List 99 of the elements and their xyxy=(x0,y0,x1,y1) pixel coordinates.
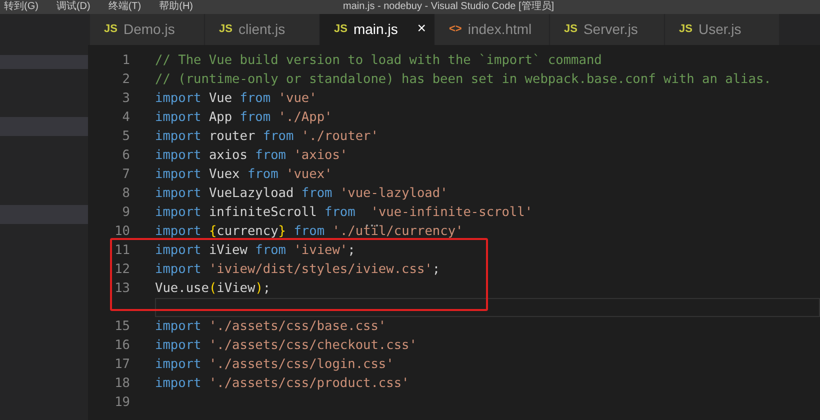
window-title: main.js - nodebuy - Visual Studio Code [管理员] xyxy=(343,2,554,12)
line-number: 9 xyxy=(122,204,130,220)
code-string: 'vue-lazyload' xyxy=(340,186,448,201)
line-number: 7 xyxy=(122,166,130,182)
code-keyword: import xyxy=(155,148,202,163)
code-keyword: from xyxy=(240,90,272,106)
tab-label: Demo.js xyxy=(123,20,175,39)
code-keyword: import xyxy=(155,262,202,277)
line-number: 11 xyxy=(114,242,130,258)
code-keyword: from xyxy=(262,128,295,144)
editor-tab[interactable]: JS User.js xyxy=(665,14,780,45)
tab-label: Server.js xyxy=(583,20,638,39)
code-string: 'axios' xyxy=(294,148,348,163)
code-string: './router' xyxy=(301,128,378,144)
menu-item[interactable]: 调试(D) xyxy=(56,2,90,12)
js-file-icon: JS xyxy=(679,21,692,38)
code-keyword: import xyxy=(155,128,202,144)
code-string: './App' xyxy=(278,110,332,125)
code-string: 'vuex' xyxy=(286,166,332,182)
line-number: 4 xyxy=(122,110,130,125)
js-file-icon: JS xyxy=(104,21,118,38)
code-string: './assets/css/base.css' xyxy=(208,318,386,334)
line-number: 13 xyxy=(114,280,130,296)
code-text: iView xyxy=(208,242,248,258)
code-keyword: from xyxy=(324,204,356,220)
close-icon[interactable]: × xyxy=(417,18,426,41)
code-string: './assets/css/product.css' xyxy=(208,376,410,391)
menu-item[interactable]: 终端(T) xyxy=(108,2,142,12)
tab-label: client.js xyxy=(238,20,286,39)
code-string: './util/currency' xyxy=(332,224,464,239)
line-number: 10 xyxy=(114,224,130,239)
code-comment: // (runtime-only or standalone) has been set in webpack.base.conf with an alias. xyxy=(155,72,772,87)
code-keyword: import xyxy=(155,242,202,258)
code-keyword: import xyxy=(155,356,202,372)
menu-item[interactable]: 转到(G) xyxy=(4,2,38,12)
code-keyword: from xyxy=(301,186,334,201)
code-comment: // The Vue build version to load with the `import` command xyxy=(155,52,602,68)
line-number: 15 xyxy=(114,318,130,334)
line-number: 19 xyxy=(114,394,130,410)
code-bracket: } xyxy=(278,224,286,239)
tab-label: index.html xyxy=(468,20,532,39)
code-keyword: import xyxy=(155,166,202,182)
code-keyword: import xyxy=(155,90,202,106)
html-file-icon: <> xyxy=(449,21,462,38)
line-number: 2 xyxy=(122,72,130,87)
line-number: 12 xyxy=(114,262,130,277)
code-keyword: import xyxy=(155,376,202,391)
code-keyword: from xyxy=(255,242,287,258)
code-text: Vue.use xyxy=(155,280,209,296)
code-text: currency xyxy=(216,224,278,239)
line-number: 5 xyxy=(122,128,130,144)
code-text: axios xyxy=(208,148,248,163)
code-text: ; xyxy=(348,242,356,258)
line-number: 16 xyxy=(114,338,130,353)
line-number: 8 xyxy=(122,186,130,201)
js-file-icon: JS xyxy=(334,21,348,38)
code-text: VueLazyload xyxy=(208,186,295,201)
code-keyword: import xyxy=(155,204,202,220)
code-bracket: ) xyxy=(255,280,263,296)
code-string: './assets/css/checkout.css' xyxy=(208,338,417,353)
line-number: 17 xyxy=(114,356,130,372)
code-string: 'vue' xyxy=(278,90,317,106)
line-number: 18 xyxy=(114,376,130,391)
code-text: ; xyxy=(262,280,271,296)
line-number: 1 xyxy=(122,52,130,68)
code-text: Vue xyxy=(208,90,234,106)
code-keyword: import xyxy=(155,318,202,334)
js-file-icon: JS xyxy=(219,21,232,38)
line-number: 6 xyxy=(122,148,130,163)
code-text: iView xyxy=(216,280,256,296)
code-text: App xyxy=(208,110,234,125)
code-text: ; xyxy=(432,262,440,277)
editor-tab[interactable]: JS client.js xyxy=(205,14,320,45)
code-keyword: from xyxy=(247,166,280,182)
menu-item[interactable]: 帮助(H) xyxy=(159,2,194,12)
code-keyword: from xyxy=(255,148,287,163)
js-file-icon: JS xyxy=(564,21,578,38)
code-keyword: from xyxy=(292,224,326,239)
code-keyword: import xyxy=(155,224,202,239)
code-keyword: import xyxy=(155,186,202,201)
tab-label: User.js xyxy=(698,20,742,39)
editor-tab[interactable]: JS main.js × xyxy=(320,14,435,45)
code-string: 'iview/dist/styles/iview.css' xyxy=(208,262,432,277)
editor-tab[interactable]: JS Server.js xyxy=(550,14,665,45)
code-string: 'vue-infinite-scroll' xyxy=(370,204,533,220)
code-string: './assets/css/login.css' xyxy=(208,356,394,372)
code-keyword: from xyxy=(240,110,272,125)
code-bracket: ( xyxy=(208,280,217,296)
editor-tab[interactable]: <> index.html xyxy=(435,14,550,45)
tab-label: main.js xyxy=(353,20,398,39)
line-number: 3 xyxy=(122,90,130,106)
code-text: router xyxy=(208,128,256,144)
code-string: 'iview' xyxy=(294,242,348,258)
code-keyword: import xyxy=(155,338,202,353)
code-text: Vuex xyxy=(208,166,241,182)
code-text: infiniteScroll xyxy=(208,204,318,220)
code-bracket: { xyxy=(208,224,217,239)
editor-tab[interactable]: JS Demo.js xyxy=(90,14,205,45)
code-keyword: import xyxy=(155,110,202,125)
